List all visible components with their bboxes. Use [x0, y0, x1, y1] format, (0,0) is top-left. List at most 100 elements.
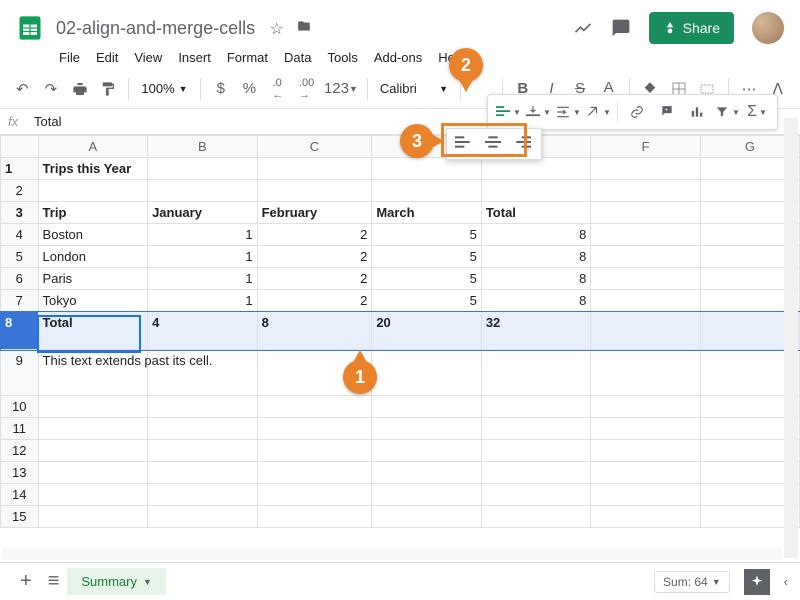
menu-addons[interactable]: Add-ons — [367, 46, 429, 69]
menu-insert[interactable]: Insert — [171, 46, 218, 69]
functions-icon[interactable]: Σ▼ — [743, 99, 771, 125]
cell-C8[interactable]: 8 — [257, 312, 372, 350]
cell-F13[interactable] — [591, 462, 701, 484]
cell-B8[interactable]: 4 — [148, 312, 258, 350]
cell-F8[interactable] — [591, 312, 701, 350]
cell-B3[interactable]: January — [148, 202, 258, 224]
cell-C14[interactable] — [257, 484, 372, 506]
align-right-option[interactable] — [513, 135, 535, 153]
cell-E5[interactable]: 8 — [481, 246, 591, 268]
cell-D1[interactable] — [372, 158, 482, 180]
cell-D11[interactable] — [372, 418, 482, 440]
side-panel-toggle-icon[interactable]: ‹ — [784, 574, 788, 589]
cell-D7[interactable]: 5 — [372, 290, 482, 312]
cell-B6[interactable]: 1 — [148, 268, 258, 290]
cell-E9[interactable] — [481, 350, 591, 396]
row-header-10[interactable]: 10 — [1, 396, 39, 418]
cell-E4[interactable]: 8 — [481, 224, 591, 246]
row-header-13[interactable]: 13 — [1, 462, 39, 484]
cell-B2[interactable] — [148, 180, 258, 202]
row-header-4[interactable]: 4 — [1, 224, 39, 246]
row-header-5[interactable]: 5 — [1, 246, 39, 268]
cell-B12[interactable] — [148, 440, 258, 462]
undo-icon[interactable]: ↶ — [10, 76, 35, 102]
cell-A12[interactable] — [38, 440, 148, 462]
cell-E15[interactable] — [481, 506, 591, 528]
row-header-8[interactable]: 8 — [1, 312, 39, 350]
horizontal-align-button[interactable]: ▼ — [494, 99, 522, 125]
cell-C2[interactable] — [257, 180, 372, 202]
horizontal-scrollbar[interactable] — [2, 548, 782, 560]
inc-decimal-button[interactable]: .00→ — [294, 76, 319, 102]
cell-A2[interactable] — [38, 180, 148, 202]
cell-C10[interactable] — [257, 396, 372, 418]
cell-F6[interactable] — [591, 268, 701, 290]
cell-E3[interactable]: Total — [481, 202, 591, 224]
cell-F10[interactable] — [591, 396, 701, 418]
cell-F5[interactable] — [591, 246, 701, 268]
cell-C6[interactable]: 2 — [257, 268, 372, 290]
cell-D5[interactable]: 5 — [372, 246, 482, 268]
menu-file[interactable]: File — [52, 46, 87, 69]
dec-decimal-button[interactable]: .0← — [266, 76, 291, 102]
align-left-option[interactable] — [453, 135, 475, 153]
cell-F12[interactable] — [591, 440, 701, 462]
row-header-7[interactable]: 7 — [1, 290, 39, 312]
cell-D8[interactable]: 20 — [372, 312, 482, 350]
share-button[interactable]: Share — [649, 12, 734, 44]
cell-F4[interactable] — [591, 224, 701, 246]
add-sheet-button[interactable]: + — [12, 570, 40, 593]
menu-edit[interactable]: Edit — [89, 46, 125, 69]
cell-A6[interactable]: Paris — [38, 268, 148, 290]
row-header-6[interactable]: 6 — [1, 268, 39, 290]
cell-D4[interactable]: 5 — [372, 224, 482, 246]
insert-comment-icon[interactable]: + — [653, 99, 681, 125]
cell-E14[interactable] — [481, 484, 591, 506]
cell-D12[interactable] — [372, 440, 482, 462]
row-header-9[interactable]: 9 — [1, 350, 39, 396]
folder-icon[interactable] — [296, 19, 312, 39]
cell-D13[interactable] — [372, 462, 482, 484]
row-header-14[interactable]: 14 — [1, 484, 39, 506]
menu-format[interactable]: Format — [220, 46, 275, 69]
cell-A14[interactable] — [38, 484, 148, 506]
font-select[interactable]: Calibri▼ — [376, 81, 452, 96]
cell-E13[interactable] — [481, 462, 591, 484]
align-center-option[interactable] — [483, 135, 505, 153]
print-icon[interactable] — [67, 76, 92, 102]
cell-E11[interactable] — [481, 418, 591, 440]
cell-A1[interactable]: Trips this Year — [38, 158, 148, 180]
cell-C7[interactable]: 2 — [257, 290, 372, 312]
cell-D2[interactable] — [372, 180, 482, 202]
row-header-1[interactable]: 1 — [1, 158, 39, 180]
cell-C13[interactable] — [257, 462, 372, 484]
cell-A10[interactable] — [38, 396, 148, 418]
vertical-scrollbar[interactable] — [784, 118, 798, 558]
cell-B4[interactable]: 1 — [148, 224, 258, 246]
menu-tools[interactable]: Tools — [320, 46, 364, 69]
cell-D14[interactable] — [372, 484, 482, 506]
cell-F14[interactable] — [591, 484, 701, 506]
column-header-A[interactable]: A — [38, 136, 148, 158]
cell-E1[interactable] — [481, 158, 591, 180]
cell-B15[interactable] — [148, 506, 258, 528]
row-header-12[interactable]: 12 — [1, 440, 39, 462]
menu-view[interactable]: View — [127, 46, 169, 69]
cell-E7[interactable]: 8 — [481, 290, 591, 312]
cell-B13[interactable] — [148, 462, 258, 484]
cell-C15[interactable] — [257, 506, 372, 528]
column-header-B[interactable]: B — [148, 136, 258, 158]
cell-C12[interactable] — [257, 440, 372, 462]
cell-D3[interactable]: March — [372, 202, 482, 224]
cell-A9[interactable]: This text extends past its cell. — [38, 350, 148, 396]
cell-C11[interactable] — [257, 418, 372, 440]
rotate-button[interactable]: ▼ — [584, 99, 612, 125]
num-format-button[interactable]: 123▼ — [323, 76, 359, 102]
cell-A7[interactable]: Tokyo — [38, 290, 148, 312]
cell-A3[interactable]: Trip — [38, 202, 148, 224]
redo-icon[interactable]: ↷ — [39, 76, 64, 102]
zoom-select[interactable]: 100% ▼ — [137, 81, 191, 96]
cell-F2[interactable] — [591, 180, 701, 202]
cell-B14[interactable] — [148, 484, 258, 506]
select-all-corner[interactable] — [1, 136, 39, 158]
